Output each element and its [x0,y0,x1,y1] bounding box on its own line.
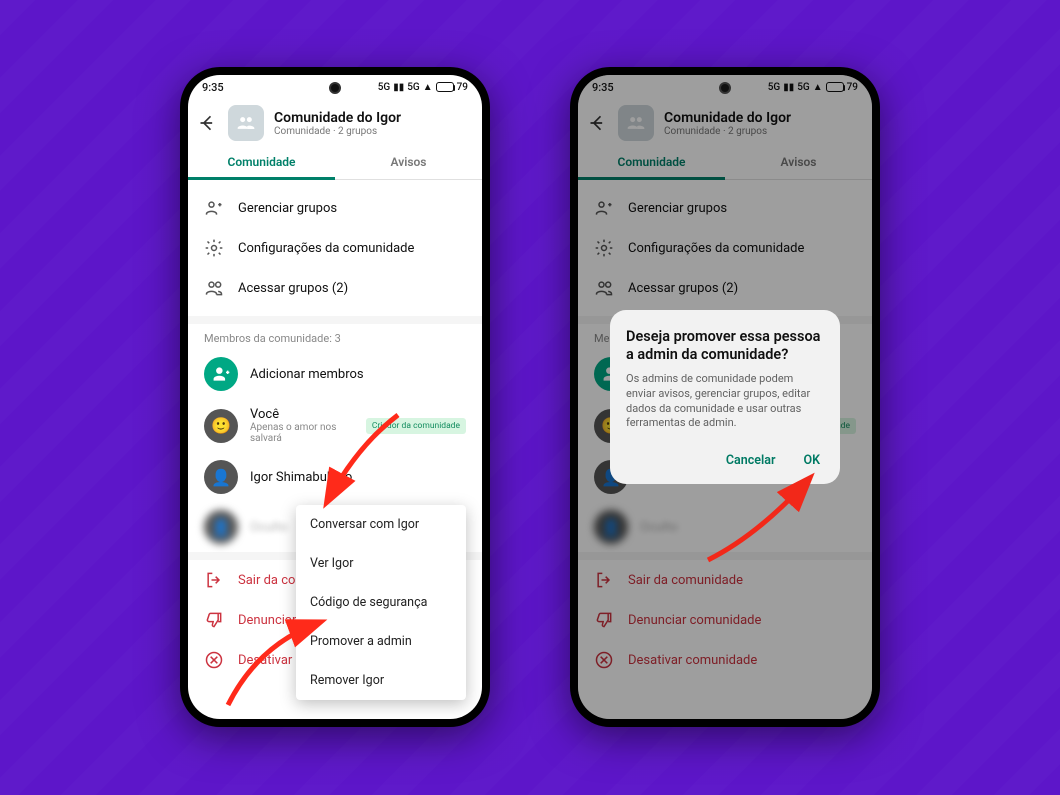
settings-gear-icon [204,238,224,258]
menu-security-code[interactable]: Código de segurança [296,583,466,622]
add-members-label: Adicionar membros [250,367,466,382]
community-subtitle: Comunidade · 2 grupos [274,126,401,137]
community-title: Comunidade do Igor [274,110,401,126]
creator-badge: Criador da comunidade [366,418,466,434]
status-time: 9:35 [202,81,224,94]
dialog-body: Os admins de comunidade podem enviar avi… [626,372,824,431]
people-icon [204,278,224,298]
dialog-scrim[interactable]: Deseja promover essa pessoa a admin da c… [578,75,872,719]
menu-view-igor[interactable]: Ver Igor [296,544,466,583]
menu-chat-with-igor[interactable]: Conversar com Igor [296,505,466,544]
section-divider [188,316,482,324]
phone-frame-right: 9:35 5G ▮▮ 5G ▲ 79 Comunidade do Igor Co… [570,67,880,727]
wifi-icon: ▲ [423,82,433,93]
add-members-icon [204,357,238,391]
phone-frame-left: 9:35 5G ▮▮ 5G ▲ 79 Comunidade do Igor Co… [180,67,490,727]
dialog-ok-button[interactable]: OK [799,445,824,476]
avatar-igor: 👤 [204,460,238,494]
avatar-hidden: 👤 [204,510,238,544]
status-right-cluster: 5G ▮▮ 5G ▲ 79 [378,82,468,93]
screen-right: 9:35 5G ▮▮ 5G ▲ 79 Comunidade do Igor Co… [578,75,872,719]
menu-promote-admin[interactable]: Promover a admin [296,622,466,661]
signal-icon: ▮▮ [393,82,404,93]
back-arrow-icon [198,113,218,133]
community-settings-label: Configurações da comunidade [238,241,414,256]
tab-community[interactable]: Comunidade [188,145,335,179]
community-avatar[interactable] [228,105,264,141]
menu-remove-igor[interactable]: Remover Igor [296,661,466,700]
back-button[interactable] [198,113,218,133]
manage-groups-label: Gerenciar grupos [238,201,337,216]
thumbs-down-icon [204,610,224,630]
member-you-name: Você [250,407,354,422]
camera-notch [719,82,731,94]
tab-bar: Comunidade Avisos [188,145,482,180]
person-plus-icon [211,364,231,384]
member-you[interactable]: 🙂 Você Apenas o amor nos salvará Criador… [188,399,482,452]
camera-notch [329,82,341,94]
manage-groups-row[interactable]: Gerenciar grupos [188,188,482,228]
community-settings-row[interactable]: Configurações da comunidade [188,228,482,268]
battery-icon [436,82,454,92]
tab-announcements[interactable]: Avisos [335,145,482,179]
leave-icon [204,570,224,590]
promote-admin-dialog: Deseja promover essa pessoa a admin da c… [610,310,840,485]
member-context-menu: Conversar com Igor Ver Igor Código de se… [296,505,466,700]
member-igor-name: Igor Shimabukuro [250,470,466,485]
battery-pct: 79 [457,82,468,93]
member-you-status: Apenas o amor nos salvará [250,422,354,444]
screen-left: 9:35 5G ▮▮ 5G ▲ 79 Comunidade do Igor Co… [188,75,482,719]
avatar-you: 🙂 [204,409,238,443]
people-group-icon [236,113,256,133]
management-section: Gerenciar grupos Configurações da comuni… [188,180,482,316]
page-header: Comunidade do Igor Comunidade · 2 grupos [188,99,482,145]
signal-5g-label-2: 5G [407,82,420,93]
access-groups-label: Acessar grupos (2) [238,281,348,296]
access-groups-row[interactable]: Acessar grupos (2) [188,268,482,308]
dialog-title: Deseja promover essa pessoa a admin da c… [626,328,824,364]
add-members-row[interactable]: Adicionar membros [188,349,482,399]
signal-5g-label: 5G [378,82,391,93]
manage-groups-icon [204,198,224,218]
members-heading: Membros da comunidade: 3 [188,324,482,349]
member-igor[interactable]: 👤 Igor Shimabukuro [188,452,482,502]
header-text: Comunidade do Igor Comunidade · 2 grupos [274,110,401,137]
dialog-actions: Cancelar OK [626,445,824,476]
cancel-circle-icon [204,650,224,670]
dialog-cancel-button[interactable]: Cancelar [722,445,780,476]
